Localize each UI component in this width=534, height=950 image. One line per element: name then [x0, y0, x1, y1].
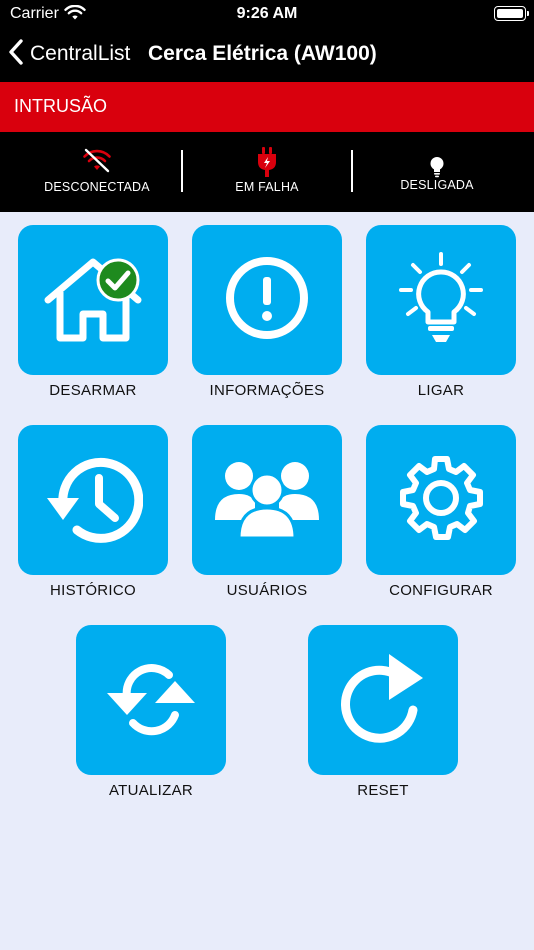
home-check-icon: [38, 248, 148, 353]
page-title: Cerca Elétrica (AW100): [148, 42, 377, 65]
status-connection: DESCONECTADA: [14, 132, 180, 212]
plug-fault-icon: [184, 146, 350, 178]
disarm-button[interactable]: DESARMAR: [18, 225, 168, 399]
reset-button[interactable]: RESET: [308, 625, 458, 799]
status-power: EM FALHA: [184, 132, 350, 212]
reset-label: RESET: [357, 782, 409, 799]
status-bar: Carrier 9:26 AM: [0, 0, 534, 28]
disarm-tile: [18, 225, 168, 375]
refresh-label: ATUALIZAR: [108, 782, 194, 799]
configure-tile: [366, 425, 516, 575]
users-label: USUÁRIOS: [226, 582, 308, 599]
status-divider: [181, 150, 183, 192]
gear-icon: [393, 450, 489, 551]
status-light: DESLIGADA: [354, 132, 520, 212]
status-power-label: EM FALHA: [235, 180, 299, 194]
battery-icon: [494, 6, 526, 21]
alarm-banner: INTRUSÃO: [0, 82, 534, 132]
lightbulb-icon: [354, 156, 520, 178]
refresh-icon: [97, 653, 205, 748]
info-label: INFORMAÇÕES: [209, 382, 325, 399]
turn-on-button[interactable]: LIGAR: [366, 225, 516, 399]
battery-cap: [527, 11, 529, 16]
users-tile: [192, 425, 342, 575]
configure-label: CONFIGURAR: [389, 582, 493, 599]
info-tile: [192, 225, 342, 375]
navigation-bar: CentralList Cerca Elétrica (AW100): [0, 34, 534, 74]
status-connection-label: DESCONECTADA: [44, 180, 150, 194]
lightbulb-icon: [396, 250, 486, 351]
reset-tile: [308, 625, 458, 775]
wifi-off-icon: [14, 148, 180, 174]
users-icon: [215, 458, 319, 543]
header: Carrier 9:26 AM CentralList Cerca Elétri…: [0, 0, 534, 82]
info-exclamation-icon: [222, 253, 312, 348]
screen: Carrier 9:26 AM CentralList Cerca Elétri…: [0, 0, 534, 950]
configure-button[interactable]: CONFIGURAR: [366, 425, 516, 599]
refresh-button[interactable]: ATUALIZAR: [76, 625, 226, 799]
history-label: HISTÓRICO: [49, 582, 137, 599]
history-tile: [18, 425, 168, 575]
status-strip: DESCONECTADA EM FALHA DESLIGADA: [0, 132, 534, 212]
turn-on-label: LIGAR: [417, 382, 465, 399]
info-button[interactable]: INFORMAÇÕES: [192, 225, 342, 399]
back-button[interactable]: CentralList: [8, 34, 130, 74]
disarm-label: DESARMAR: [49, 382, 137, 399]
status-light-label: DESLIGADA: [400, 178, 474, 192]
back-label: CentralList: [30, 42, 131, 65]
refresh-tile: [76, 625, 226, 775]
status-divider: [351, 150, 353, 192]
alarm-text: INTRUSÃO: [14, 96, 108, 116]
history-button[interactable]: HISTÓRICO: [18, 425, 168, 599]
reset-icon: [333, 648, 433, 753]
clock: 9:26 AM: [236, 5, 298, 22]
turn-on-tile: [366, 225, 516, 375]
chevron-left-icon: [8, 38, 24, 71]
users-button[interactable]: USUÁRIOS: [192, 425, 342, 599]
history-icon: [43, 448, 144, 553]
